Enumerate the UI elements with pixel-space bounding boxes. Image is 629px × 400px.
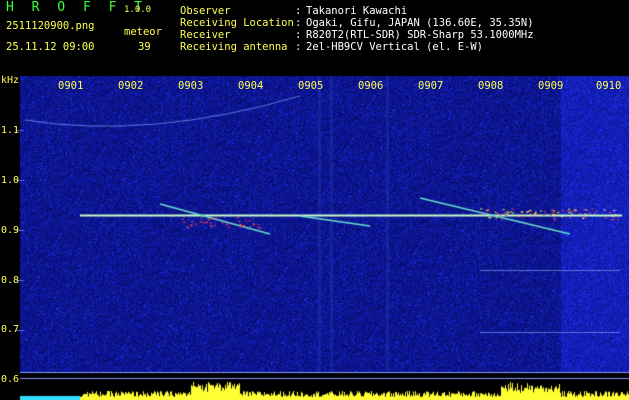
time-tick-label: 0909 [538,80,564,92]
y-tick-label: 1.0 [1,175,20,186]
info-separator: : [295,17,302,29]
y-axis-unit: kHz [1,75,20,86]
time-tick-label: 0910 [596,80,622,92]
time-tick-label: 0906 [358,80,384,92]
y-tick-label: 1.1 [1,125,20,136]
info-separator: : [295,41,302,53]
meteor-count: 39 [138,41,151,53]
info-label-observer: Observer [180,5,231,17]
info-value-receiver: R820T2(RTL-SDR) SDR-Sharp 53.1000MHz [306,29,534,41]
time-tick-label: 0905 [298,80,324,92]
spectrogram-canvas [0,56,629,400]
info-label-location: Receiving Location [180,17,294,29]
y-tick-label: 0.7 [1,324,20,335]
info-separator: : [295,5,302,17]
file-datetime: 25.11.12 09:00 [6,41,95,53]
y-tick-label: 0.8 [1,275,20,286]
info-value-observer: Takanori Kawachi [306,5,408,17]
time-tick-label: 0904 [238,80,264,92]
meteor-label: meteor [124,26,162,38]
y-tick-label: 0.9 [1,225,20,236]
file-name: 2511120900.png [6,20,95,32]
time-tick-label: 0907 [418,80,444,92]
info-label-receiver: Receiver [180,29,231,41]
time-tick-label: 0901 [58,80,84,92]
info-separator: : [295,29,302,41]
y-tick-label: 0.6 [1,374,20,385]
info-value-location: Ogaki, Gifu, JAPAN (136.60E, 35.35N) [306,17,534,29]
time-tick-label: 0908 [478,80,504,92]
app-version: 1.0.0 [124,5,152,15]
info-label-antenna: Receiving antenna [180,41,288,53]
header-panel: H R O F F T 1.0.0 2511120900.png meteor … [0,0,629,56]
info-value-antenna: 2el-HB9CV Vertical (el. E-W) [306,41,484,53]
time-tick-label: 0903 [178,80,204,92]
time-tick-label: 0902 [118,80,144,92]
